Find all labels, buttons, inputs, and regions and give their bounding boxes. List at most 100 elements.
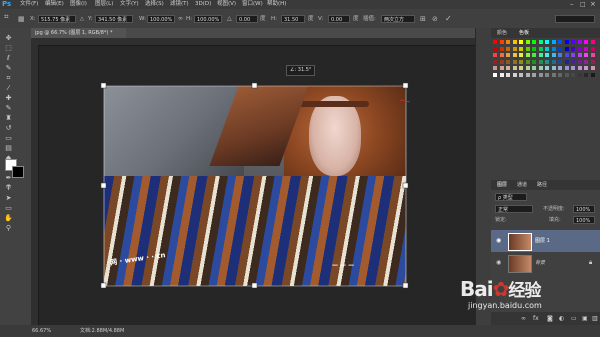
swatch-chip[interactable]	[551, 59, 556, 64]
swatch-chip[interactable]	[506, 66, 510, 70]
menu-image[interactable]: 图像(I)	[70, 0, 87, 9]
menu-window[interactable]: 窗口(W)	[242, 0, 263, 9]
swatch-chip[interactable]	[493, 72, 497, 77]
move-tool-icon[interactable]: ✥	[4, 34, 13, 42]
menu-layer[interactable]: 图层(L)	[95, 0, 113, 9]
swatch-chip[interactable]	[525, 72, 530, 77]
swatch-chip[interactable]	[506, 59, 510, 64]
swatch-chip[interactable]	[577, 46, 582, 51]
swatch-chip[interactable]	[519, 46, 523, 51]
mask-icon[interactable]: ◙	[547, 312, 553, 325]
swatch-chip[interactable]	[519, 53, 523, 57]
swatch-chip[interactable]	[532, 59, 536, 64]
stamp-tool-icon[interactable]: ♜	[4, 114, 13, 122]
swatch-chip[interactable]	[584, 59, 588, 64]
eye-icon[interactable]: ◉	[496, 230, 501, 252]
menu-file[interactable]: 文件(F)	[20, 0, 38, 9]
swatch-chip[interactable]	[532, 40, 536, 44]
channels-tab[interactable]: 通道	[517, 180, 527, 190]
swatch-chip[interactable]	[538, 59, 543, 64]
swatch-chip[interactable]	[558, 40, 562, 44]
menu-edit[interactable]: 编辑(E)	[45, 0, 64, 9]
eraser-tool-icon[interactable]: ▭	[4, 134, 13, 142]
zoom-tool-icon[interactable]: ⚲	[4, 224, 13, 232]
swatch-chip[interactable]	[545, 66, 549, 70]
swatch-chip[interactable]	[551, 72, 556, 77]
swatch-chip[interactable]	[499, 53, 504, 57]
cancel-transform-icon[interactable]: ⊘	[432, 15, 438, 23]
menu-help[interactable]: 帮助(H)	[267, 0, 286, 9]
swatch-chip[interactable]	[564, 72, 569, 77]
eyedropper-icon[interactable]: ⁄	[4, 84, 13, 92]
fill-input[interactable]: 100%	[573, 216, 595, 224]
swatch-chip[interactable]	[538, 72, 543, 77]
close-icon[interactable]: ×	[590, 0, 596, 9]
swatch-chip[interactable]	[564, 59, 569, 64]
swatch-chip[interactable]	[551, 53, 556, 57]
swatch-chip[interactable]	[512, 53, 517, 57]
commit-transform-icon[interactable]: ✓	[445, 15, 452, 23]
swatch-chip[interactable]	[584, 40, 588, 44]
swatch-chip[interactable]	[525, 59, 530, 64]
healing-brush-icon[interactable]: ✚	[4, 94, 13, 102]
swatch-chip[interactable]	[545, 72, 549, 77]
swatch-chip[interactable]	[519, 72, 523, 77]
swatch-chip[interactable]	[525, 46, 530, 51]
background-color-swatch[interactable]	[12, 166, 24, 178]
swatch-chip[interactable]	[564, 40, 569, 44]
swatch-chip[interactable]	[512, 46, 517, 51]
angle-input[interactable]: 0.00	[236, 15, 258, 23]
height-input[interactable]: 100.00%	[194, 15, 222, 23]
swatch-chip[interactable]	[519, 59, 523, 64]
swatch-chip[interactable]	[538, 66, 543, 70]
history-brush-icon[interactable]: ↺	[4, 124, 13, 132]
workspace-select[interactable]	[555, 15, 595, 23]
swatch-chip[interactable]	[551, 46, 556, 51]
swatch-chip[interactable]	[493, 40, 497, 44]
swatch-chip[interactable]	[532, 53, 536, 57]
new-layer-icon[interactable]: ▣	[582, 312, 588, 325]
swatch-chip[interactable]	[525, 40, 530, 44]
swatch-chip[interactable]	[525, 53, 530, 57]
swatch-chip[interactable]	[499, 66, 504, 70]
shape-tool-icon[interactable]: ▭	[4, 204, 13, 212]
transform-bounding-box[interactable]	[100, 82, 410, 290]
layer-row-1[interactable]: ◉ 图层 1	[491, 230, 600, 252]
swatch-chip[interactable]	[564, 53, 569, 57]
path-select-icon[interactable]: ➤	[4, 194, 13, 202]
handle-bottom[interactable]	[251, 282, 258, 289]
swatch-chip[interactable]	[571, 59, 575, 64]
swatch-chip[interactable]	[512, 66, 517, 70]
swatch-chip[interactable]	[551, 66, 556, 70]
hskew-input[interactable]: 31.50	[281, 15, 305, 23]
swatch-chip[interactable]	[512, 59, 517, 64]
minimize-icon[interactable]: –	[570, 0, 574, 9]
swatch-chip[interactable]	[590, 66, 595, 70]
swatch-chip[interactable]	[558, 53, 562, 57]
layer-name[interactable]: 图层 1	[535, 230, 550, 252]
swatch-chip[interactable]	[584, 66, 588, 70]
swatch-chip[interactable]	[525, 66, 530, 70]
swatch-chip[interactable]	[577, 53, 582, 57]
swatch-chip[interactable]	[545, 59, 549, 64]
swatch-chip[interactable]	[577, 40, 582, 44]
link-icon[interactable]: ∞	[178, 15, 183, 23]
swatch-chip[interactable]	[577, 66, 582, 70]
group-icon[interactable]: ▭	[571, 312, 577, 325]
swatch-chip[interactable]	[538, 40, 543, 44]
swatch-chip[interactable]	[571, 53, 575, 57]
handle-bottom-right[interactable]	[402, 282, 409, 289]
gradient-tool-icon[interactable]: ▤	[4, 144, 13, 152]
handle-top-left[interactable]	[100, 82, 107, 89]
swatch-chip[interactable]	[558, 66, 562, 70]
menu-view[interactable]: 视图(V)	[217, 0, 236, 9]
swatches-tab[interactable]: 色板	[519, 28, 529, 38]
hand-tool-icon[interactable]: ✋	[4, 214, 13, 222]
swatch-chip[interactable]	[551, 40, 556, 44]
y-input[interactable]: 341.50 像素	[95, 15, 133, 23]
paths-tab[interactable]: 路径	[537, 180, 547, 190]
maximize-icon[interactable]: □	[580, 0, 586, 9]
menu-filter[interactable]: 滤镜(T)	[170, 0, 189, 9]
swatch-chip[interactable]	[590, 53, 595, 57]
lasso-tool-icon[interactable]: ℓ	[4, 54, 13, 62]
